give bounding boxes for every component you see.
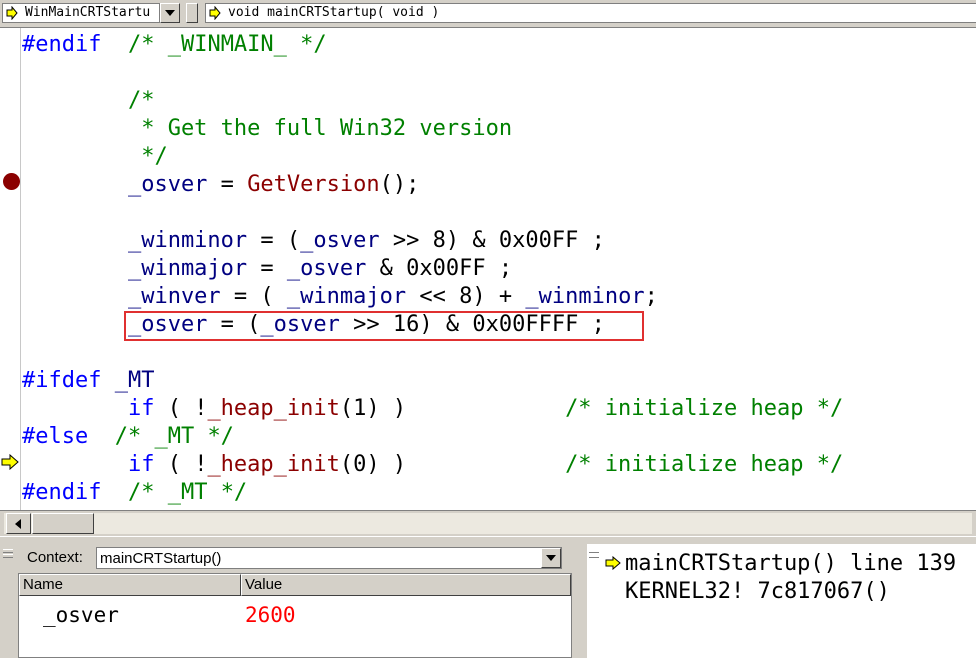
- code-token: * Get the full Win32 version: [22, 116, 513, 141]
- current-statement-arrow-icon: [6, 6, 18, 20]
- code-line[interactable]: #ifdef _MT: [22, 367, 154, 395]
- code-line[interactable]: * Get the full Win32 version: [22, 115, 512, 143]
- class-combo-dropdown-button[interactable]: [160, 3, 180, 23]
- code-token: (1) ): [339, 396, 407, 421]
- code-token: _winmajor: [22, 256, 248, 281]
- code-token: /* _MT */: [88, 424, 234, 449]
- code-token: _winmajor: [286, 284, 407, 309]
- code-line[interactable]: _osver = GetVersion();: [22, 171, 419, 199]
- breakpoint-icon[interactable]: [3, 173, 20, 190]
- variable-value[interactable]: 2600: [245, 600, 296, 630]
- code-token: _osver: [300, 228, 380, 253]
- variables-pane: Context: mainCRTStartup() Name Value _os…: [0, 544, 578, 658]
- dock-grip[interactable]: [589, 548, 599, 648]
- code-token: if: [22, 452, 155, 477]
- code-token: _winminor: [525, 284, 645, 309]
- code-token: _MT: [101, 368, 155, 393]
- code-line[interactable]: */: [22, 143, 168, 171]
- code-token: ;: [644, 284, 658, 309]
- call-stack-pane: mainCRTStartup() line 139 KERNEL32! 7c81…: [584, 544, 976, 658]
- code-token: << 8) +: [406, 284, 526, 309]
- column-header-name[interactable]: Name: [19, 574, 241, 596]
- code-token: ();: [379, 172, 420, 197]
- code-token: _heap_init: [207, 452, 340, 477]
- code-token: /* _MT */: [101, 480, 248, 505]
- scrollbar-thumb[interactable]: [32, 513, 94, 534]
- context-label: Context:: [27, 549, 83, 566]
- code-line[interactable]: #endif /* _MT */: [22, 479, 247, 507]
- dropdown-arrow-icon: [165, 10, 175, 16]
- code-line[interactable]: #endif /* _WINMAIN_ */: [22, 31, 327, 59]
- code-token: ( !: [154, 452, 208, 477]
- code-token: ( !: [154, 396, 208, 421]
- code-token: GetVersion: [247, 172, 380, 197]
- combo-spin-button[interactable]: [186, 3, 198, 23]
- column-header-value[interactable]: Value: [241, 574, 571, 596]
- current-statement-arrow-icon: [209, 6, 221, 20]
- highlight-annotation-box: [124, 311, 644, 341]
- code-token: =: [247, 256, 287, 281]
- code-token: /* initialize heap */: [406, 396, 844, 421]
- scroll-left-button[interactable]: [6, 513, 31, 534]
- function-combo-text: void mainCRTStartup( void ): [228, 5, 440, 20]
- code-token: /*: [22, 88, 155, 113]
- code-token: >> 8) & 0x00FF ;: [379, 228, 605, 253]
- dock-grip[interactable]: [3, 548, 13, 648]
- breakpoint-gutter[interactable]: [0, 28, 21, 510]
- context-combo[interactable]: mainCRTStartup(): [96, 547, 562, 569]
- call-stack-frame[interactable]: mainCRTStartup() line 139: [625, 550, 956, 578]
- code-token: #else: [22, 424, 89, 449]
- context-dropdown-button[interactable]: [541, 548, 561, 568]
- code-token: (0) ): [339, 452, 407, 477]
- code-token: & 0x00FF ;: [366, 256, 513, 281]
- code-token: */: [22, 144, 168, 169]
- code-token: if: [22, 396, 155, 421]
- code-line[interactable]: _winmajor = _osver & 0x00FF ;: [22, 255, 512, 283]
- variables-grid[interactable]: Name Value _osver 2600: [18, 573, 572, 658]
- call-stack-frame[interactable]: KERNEL32! 7c817067(): [625, 578, 890, 606]
- class-combo-text: WinMainCRTStartu: [25, 5, 151, 20]
- code-token: /* _WINMAIN_ */: [101, 32, 327, 57]
- function-combo[interactable]: void mainCRTStartup( void ): [205, 3, 976, 23]
- code-line[interactable]: if ( !_heap_init(0) ) /* initialize heap…: [22, 451, 843, 479]
- code-line[interactable]: _winminor = (_osver >> 8) & 0x00FF ;: [22, 227, 605, 255]
- code-line[interactable]: /*: [22, 87, 155, 115]
- scroll-left-icon: [15, 519, 21, 529]
- context-value: mainCRTStartup(): [100, 550, 222, 567]
- code-token: #ifdef: [22, 368, 102, 393]
- source-editor[interactable]: #endif /* _WINMAIN_ */ /* * Get the full…: [0, 28, 976, 510]
- code-token: _winminor: [22, 228, 248, 253]
- code-token: _osver: [286, 256, 367, 281]
- code-token: _osver: [22, 172, 208, 197]
- current-frame-arrow-icon: [605, 556, 621, 570]
- code-token: #endif: [22, 32, 102, 57]
- code-token: = (: [247, 228, 301, 253]
- dropdown-arrow-icon: [546, 555, 556, 561]
- code-token: #endif: [22, 480, 102, 505]
- variable-name: _osver: [43, 603, 119, 627]
- wizard-bar: WinMainCRTStartu void mainCRTStartup( vo…: [0, 0, 976, 28]
- code-token: = (: [220, 284, 287, 309]
- current-statement-arrow-icon: [1, 454, 19, 470]
- code-token: _heap_init: [207, 396, 340, 421]
- code-token: =: [207, 172, 248, 197]
- class-combo[interactable]: WinMainCRTStartu: [2, 3, 160, 23]
- code-line[interactable]: if ( !_heap_init(1) ) /* initialize heap…: [22, 395, 843, 423]
- scrollbar-track[interactable]: [4, 513, 972, 534]
- horizontal-scrollbar[interactable]: [0, 510, 976, 536]
- code-token: /* initialize heap */: [406, 452, 844, 477]
- code-line[interactable]: #else /* _MT */: [22, 423, 234, 451]
- code-token: _winver: [22, 284, 221, 309]
- code-line[interactable]: _winver = ( _winmajor << 8) + _winminor;: [22, 283, 658, 311]
